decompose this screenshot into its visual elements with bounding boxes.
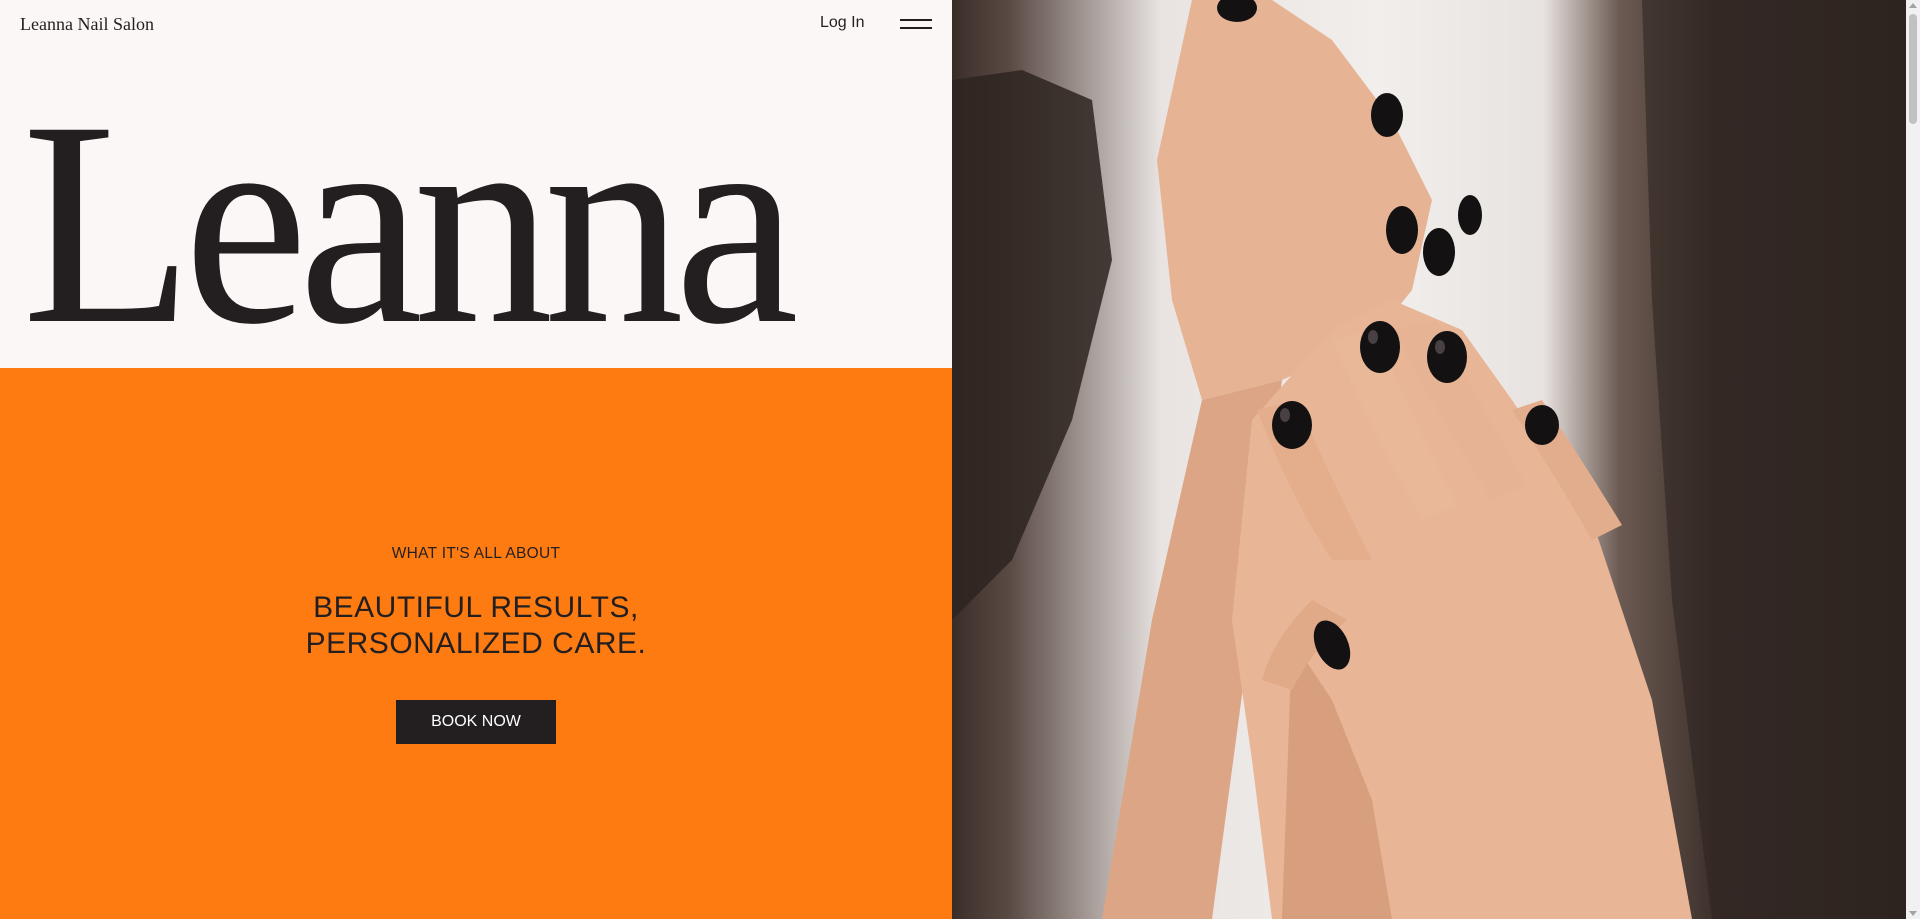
hamburger-menu-icon[interactable] [900, 17, 932, 31]
menu-line [900, 27, 932, 29]
hero-top-section: Leanna Nail Salon Log In Leanna [0, 0, 952, 385]
menu-line [900, 19, 932, 21]
book-now-button[interactable]: BOOK NOW [396, 700, 556, 744]
login-link[interactable]: Log In [820, 14, 864, 32]
scroll-up-arrow-icon[interactable] [1909, 3, 1917, 8]
headline-line-1: BEAUTIFUL RESULTS, [313, 591, 639, 624]
about-section: WHAT IT'S ALL ABOUT BEAUTIFUL RESULTS, P… [0, 368, 952, 919]
hero-brand-word: Leanna [22, 62, 799, 385]
scroll-down-arrow-icon[interactable] [1909, 911, 1917, 916]
about-headline: BEAUTIFUL RESULTS, PERSONALIZED CARE. [0, 590, 952, 662]
scrollbar-thumb[interactable] [1909, 14, 1917, 124]
headline-line-2: PERSONALIZED CARE. [305, 627, 647, 660]
page-scrollbar[interactable] [1906, 0, 1920, 919]
hands-illustration [952, 0, 1906, 919]
about-eyebrow: WHAT IT'S ALL ABOUT [391, 545, 561, 562]
site-name[interactable]: Leanna Nail Salon [20, 14, 154, 35]
hands-photo [952, 0, 1906, 919]
